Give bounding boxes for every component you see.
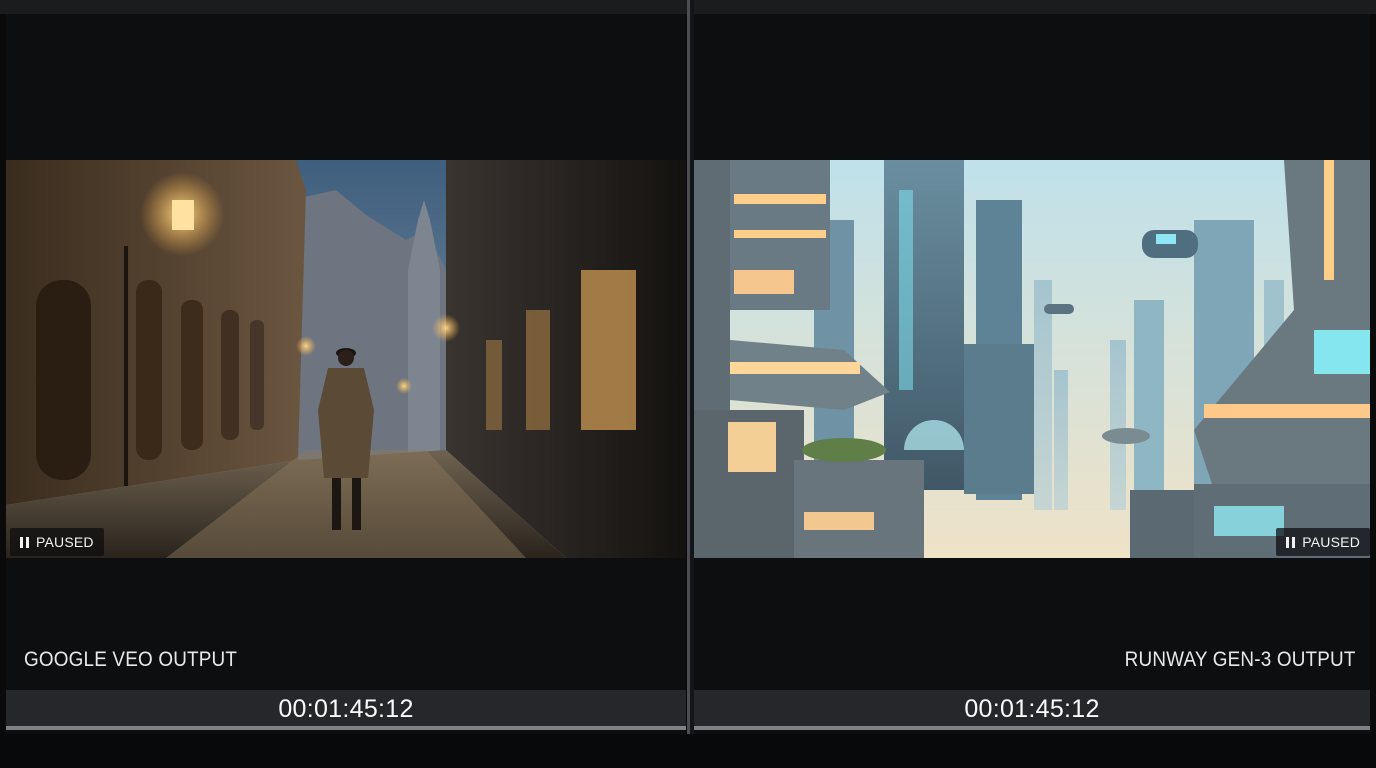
timecode-bar: 00:01:45:12 — [6, 690, 686, 728]
left-video-player: PAUSED GOOGLE VEO OUTPUT 00:01:45:12 — [6, 14, 686, 734]
paused-badge[interactable]: PAUSED — [1276, 528, 1370, 556]
timecode: 00:01:45:12 — [964, 694, 1100, 723]
timecode-bar: 00:01:45:12 — [694, 690, 1370, 728]
paused-badge[interactable]: PAUSED — [10, 528, 104, 556]
pause-icon — [20, 536, 29, 548]
pause-icon — [1286, 536, 1296, 548]
timeline-scrubber[interactable] — [694, 726, 1370, 730]
monitor-bezel-bottom — [0, 734, 1376, 768]
right-video-frame[interactable] — [694, 160, 1370, 558]
paused-label: PAUSED — [36, 534, 94, 550]
video-output-label: GOOGLE VEO OUTPUT — [24, 648, 238, 671]
right-video-player: PAUSED RUNWAY GEN-3 OUTPUT 00:01:45:12 — [694, 14, 1370, 734]
left-video-image — [6, 160, 686, 558]
timecode: 00:01:45:12 — [278, 694, 414, 723]
timeline-scrubber[interactable] — [6, 726, 686, 730]
left-video-frame[interactable] — [6, 160, 686, 558]
right-video-image — [694, 160, 1370, 558]
paused-label: PAUSED — [1302, 534, 1360, 550]
video-output-label: RUNWAY GEN-3 OUTPUT — [1125, 648, 1356, 671]
